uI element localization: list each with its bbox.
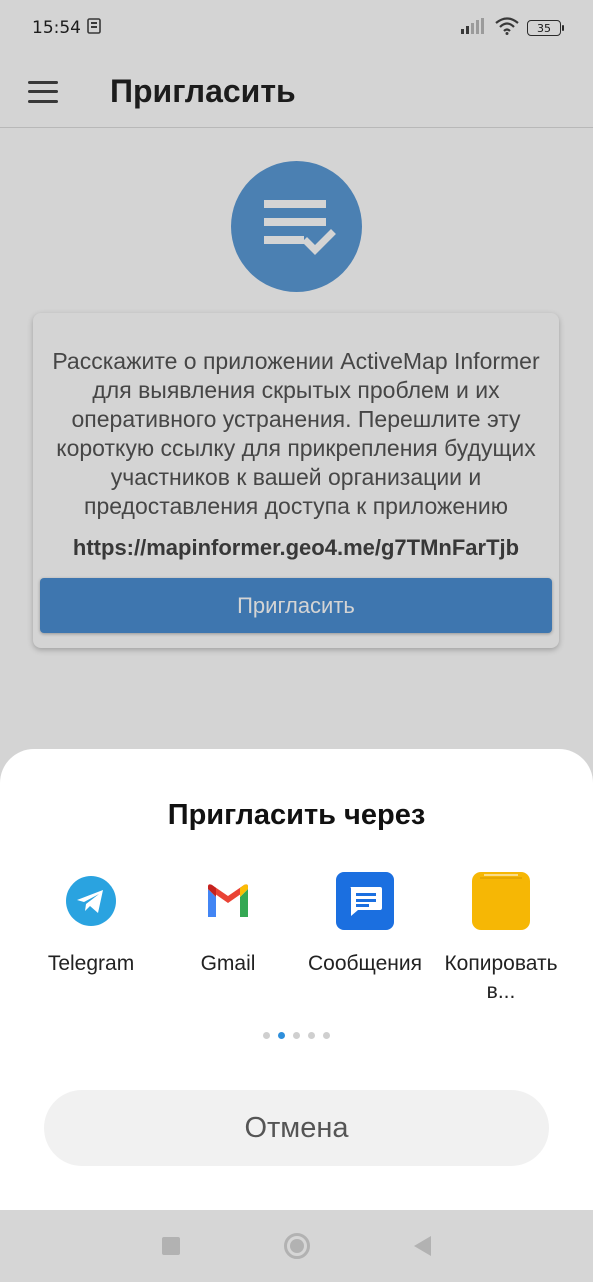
page-dot bbox=[308, 1032, 315, 1039]
share-app-gmail[interactable]: Gmail bbox=[158, 871, 298, 978]
page-dot bbox=[263, 1032, 270, 1039]
back-icon[interactable] bbox=[414, 1236, 431, 1256]
home-icon[interactable] bbox=[284, 1233, 310, 1259]
share-app-label: Gmail bbox=[200, 952, 256, 975]
share-app-label: Сообщения bbox=[308, 952, 422, 975]
page-dot-active bbox=[278, 1032, 285, 1039]
cancel-button[interactable]: Отмена bbox=[44, 1090, 549, 1166]
page-indicator bbox=[0, 1032, 593, 1039]
share-app-label: Копировать в... bbox=[444, 952, 558, 1003]
share-app-messages[interactable]: Сообщения bbox=[295, 871, 435, 978]
recent-apps-icon[interactable] bbox=[162, 1237, 180, 1255]
system-nav-bar bbox=[0, 1210, 593, 1282]
share-sheet-title: Пригласить через bbox=[167, 799, 426, 831]
telegram-icon bbox=[61, 871, 121, 931]
share-sheet: Пригласить через Telegram Gmail Сообщени… bbox=[0, 749, 593, 1210]
page-dot bbox=[293, 1032, 300, 1039]
share-app-label: Telegram bbox=[47, 952, 135, 975]
share-apps-row: Telegram Gmail Сообщения Копировать в... bbox=[0, 871, 593, 1011]
gmail-icon bbox=[198, 871, 258, 931]
page-dot bbox=[323, 1032, 330, 1039]
share-app-telegram[interactable]: Telegram bbox=[21, 871, 161, 978]
messages-icon bbox=[335, 871, 395, 931]
folder-icon bbox=[471, 871, 531, 931]
share-app-copy[interactable]: Копировать в... bbox=[431, 871, 571, 1006]
